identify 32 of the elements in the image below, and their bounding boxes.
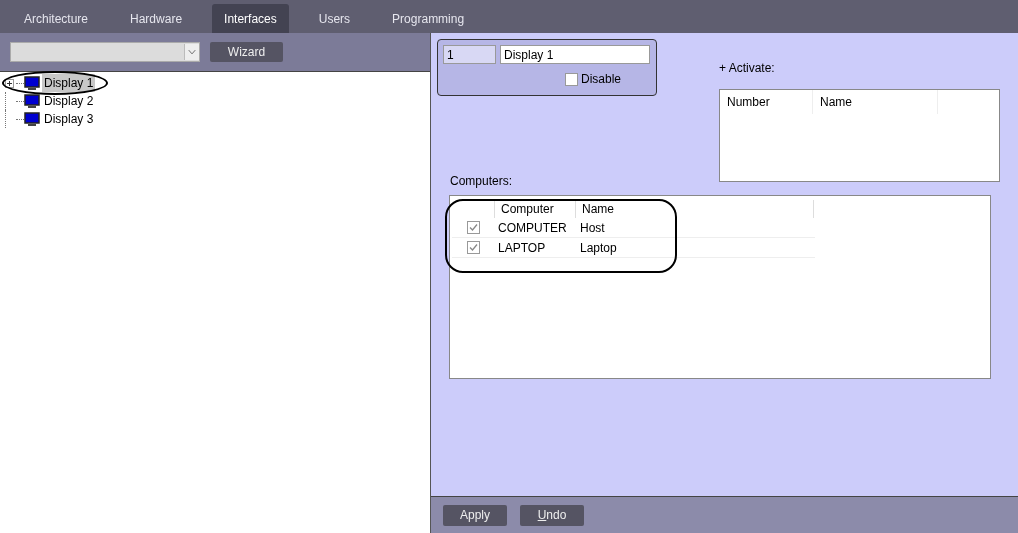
number-field[interactable]: 1: [443, 45, 496, 64]
tree-item[interactable]: Display 3: [42, 110, 96, 128]
action-button[interactable]: Undo: [520, 504, 584, 526]
table-cell-text: LAPTOP: [497, 239, 547, 257]
monitor-icon: [24, 93, 40, 109]
dropdown[interactable]: [10, 42, 200, 62]
wizard-button[interactable]: Wizard: [210, 42, 283, 62]
column-header[interactable]: Name: [575, 200, 814, 218]
table-cell-text: Host: [579, 219, 605, 237]
tab[interactable]: Architecture: [12, 4, 101, 33]
action-button[interactable]: Apply: [443, 504, 507, 526]
computers-label: Computers:: [450, 173, 514, 190]
checkbox[interactable]: [466, 241, 480, 254]
disable-label: Disable: [580, 71, 621, 88]
monitor-icon: [24, 75, 40, 91]
tab[interactable]: Programming: [380, 4, 477, 33]
column-header[interactable]: Computer: [494, 200, 575, 218]
table-cell-text: Laptop: [579, 239, 617, 257]
activate-label: + Activate:: [719, 60, 776, 77]
column-header[interactable]: Number: [720, 90, 813, 114]
monitor-icon: [24, 111, 40, 127]
table-cell-text: COMPUTER: [497, 219, 568, 237]
tree-item[interactable]: Display 2: [42, 92, 96, 110]
tab[interactable]: Interfaces: [212, 4, 289, 33]
name-field[interactable]: Display 1: [500, 45, 650, 64]
tree-item[interactable]: Display 1: [42, 74, 96, 92]
chevron-down-icon: [184, 44, 199, 60]
column-header[interactable]: Name: [813, 90, 938, 114]
tab[interactable]: Hardware: [118, 4, 195, 33]
checkbox[interactable]: [564, 72, 578, 86]
checkbox[interactable]: [466, 221, 480, 234]
tab[interactable]: Users: [306, 4, 363, 33]
